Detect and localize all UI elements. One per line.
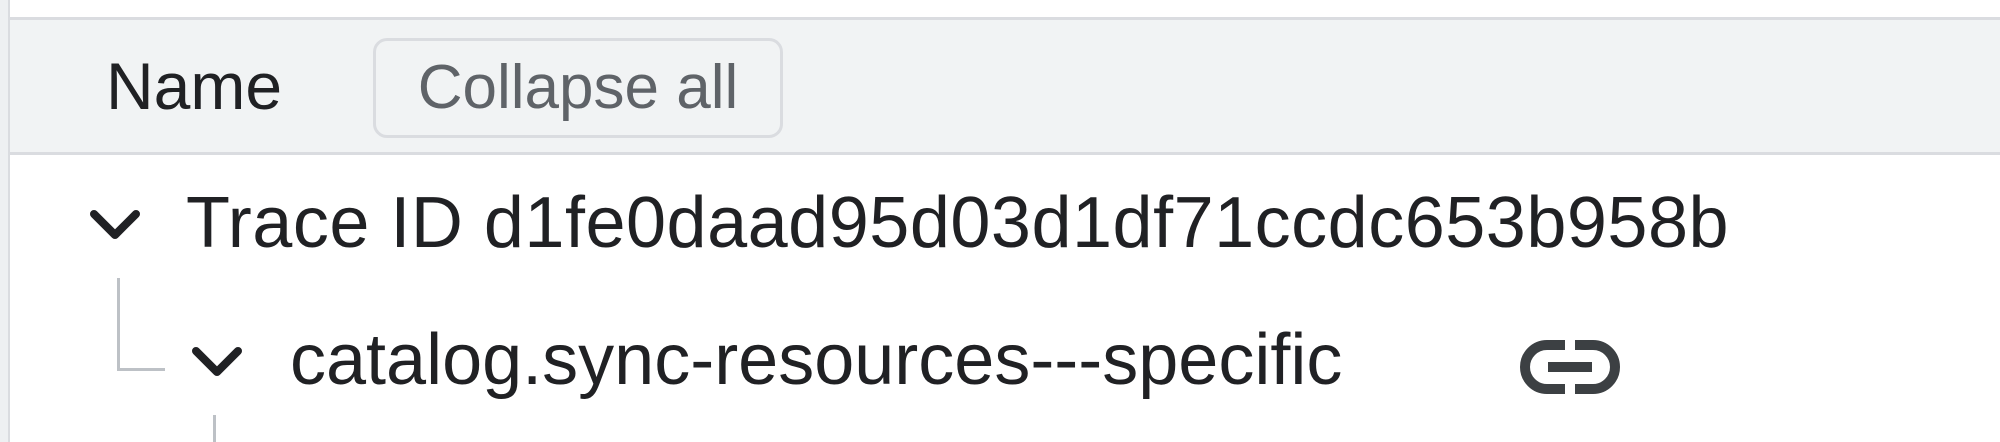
tree-header: Name Collapse all	[10, 20, 2000, 155]
chevron-down-icon[interactable]	[182, 327, 252, 397]
name-column-title: Name	[106, 49, 283, 123]
collapse-all-button[interactable]: Collapse all	[373, 38, 783, 138]
tree-row-span[interactable]: catalog.sync-resources---specific	[10, 315, 2000, 415]
span-name-label: catalog.sync-resources---specific	[290, 320, 1343, 400]
top-divider	[10, 0, 2000, 20]
trace-id-label: Trace ID d1fe0daad95d03d1df71ccdc653b958…	[186, 183, 1730, 263]
tree-connector-child	[213, 415, 216, 442]
tree-row-trace[interactable]: Trace ID d1fe0daad95d03d1df71ccdc653b958…	[10, 178, 2000, 278]
link-icon[interactable]	[1520, 337, 1620, 397]
chevron-down-icon[interactable]	[80, 190, 150, 260]
trace-tree-panel: Name Collapse all Trace ID d1fe0daad95d0…	[0, 0, 2000, 442]
panel-left-border	[0, 0, 10, 442]
